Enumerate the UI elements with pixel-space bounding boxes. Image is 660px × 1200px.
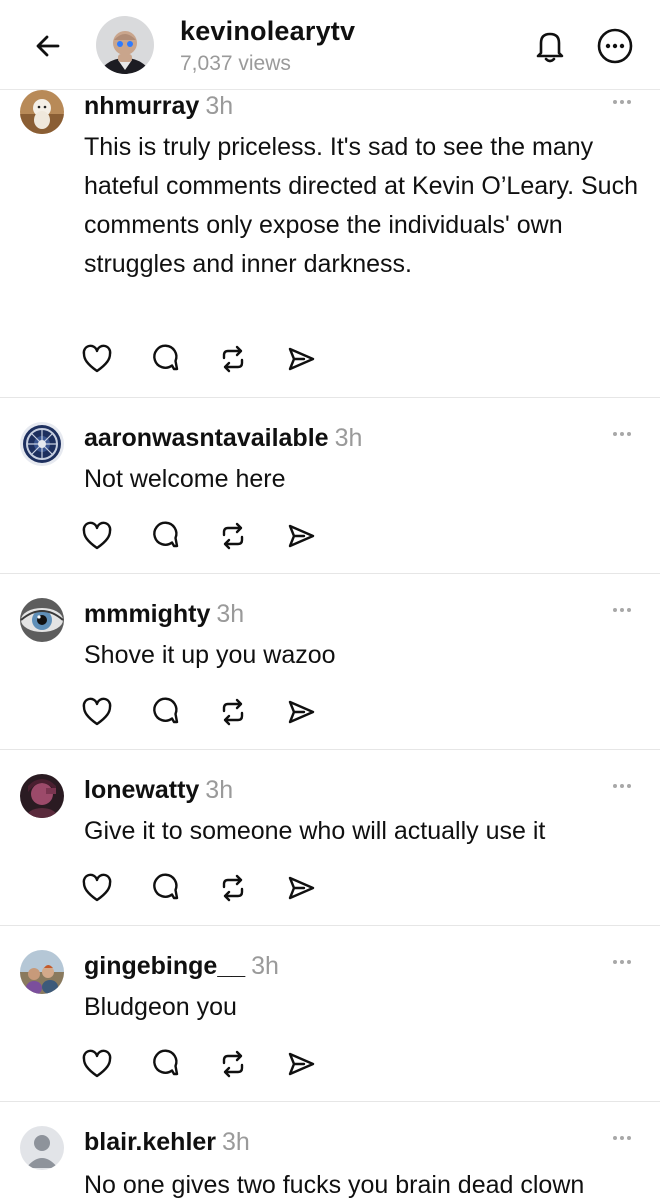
timestamp: 3h [205,92,234,120]
send-icon [288,700,315,724]
comment-icon [153,521,179,548]
page-title: kevinolearytv [180,16,356,46]
comment-item: gingebinge__ 3h Bludgeon you [0,926,660,1102]
like-button[interactable] [80,342,114,376]
default-person-icon [20,1126,64,1170]
comment-more-button[interactable] [604,776,640,796]
reply-button[interactable] [148,519,182,553]
comment-more-button[interactable] [604,92,640,112]
username[interactable]: blair.kehler [84,1128,216,1156]
send-icon [288,876,315,900]
top-bar: kevinolearytv 7,037 views [0,0,660,90]
view-count: 7,037 views [180,52,291,75]
back-button[interactable] [30,28,66,64]
share-button[interactable] [284,1047,318,1081]
share-button[interactable] [284,519,318,553]
comment-item: lonewatty 3h Give it to someone who will … [0,750,660,926]
comment-header: blair.kehler 3h [84,1128,250,1157]
comment-text: Give it to someone who will actually use… [84,817,546,845]
heart-icon [82,521,112,550]
send-icon [288,524,315,548]
repost-button[interactable] [216,1047,250,1081]
comment-icon [153,873,179,900]
comment-item: aaronwasntavailable 3h Not welcome here [0,398,660,574]
comment-item: nhmurray 3h This is truly priceless. It's… [0,90,660,398]
comment-text: Not welcome here [84,465,286,493]
comment-text: Bludgeon you [84,993,237,1021]
arrow-left-icon [36,35,60,57]
avatar[interactable] [20,422,64,466]
avatar[interactable] [20,774,64,818]
reply-button[interactable] [148,871,182,905]
comment-more-button[interactable] [604,952,640,972]
comment-header: gingebinge__ 3h [84,952,279,981]
comment-text: No one gives two fucks you brain dead cl… [84,1171,585,1199]
profile-avatar[interactable] [96,16,154,74]
like-button[interactable] [80,695,114,729]
heart-icon [82,344,112,373]
timestamp: 3h [334,424,363,452]
avatar[interactable] [20,90,64,134]
comment-item: blair.kehler 3h No one gives two fucks yo… [0,1102,660,1200]
comment-header: lonewatty 3h [84,776,233,805]
repost-icon [222,522,244,550]
share-button[interactable] [284,695,318,729]
like-button[interactable] [80,871,114,905]
repost-button[interactable] [216,695,250,729]
send-icon [288,1052,315,1076]
repost-button[interactable] [216,871,250,905]
username[interactable]: lonewatty [84,776,199,804]
repost-button[interactable] [216,342,250,376]
more-options-button[interactable] [595,26,635,66]
bell-icon [536,32,564,63]
comment-more-button[interactable] [604,1128,640,1148]
repost-icon [222,874,244,902]
heart-icon [82,1049,112,1078]
comment-more-button[interactable] [604,424,640,444]
more-circle-icon [597,28,633,64]
avatar[interactable] [20,950,64,994]
like-button[interactable] [80,1047,114,1081]
comment-header: mmmighty 3h [84,600,244,629]
reply-button[interactable] [148,1047,182,1081]
notifications-button[interactable] [530,26,570,66]
comment-text: Shove it up you wazoo [84,641,336,669]
share-button[interactable] [284,871,318,905]
timestamp: 3h [222,1128,250,1156]
share-button[interactable] [284,342,318,376]
comment-more-button[interactable] [604,600,640,620]
avatar[interactable] [20,1126,64,1170]
comment-header: aaronwasntavailable 3h [84,424,362,453]
send-icon [288,347,315,371]
heart-icon [82,873,112,902]
repost-icon [222,698,244,726]
comment-text: This is truly priceless. It's sad to see… [84,133,638,278]
comment-icon [153,1049,179,1076]
timestamp: 3h [205,776,234,804]
comment-icon [153,344,179,371]
heart-icon [82,697,112,726]
comment-header: nhmurray 3h [84,92,233,121]
username[interactable]: mmmighty [84,600,210,628]
timestamp: 3h [251,952,279,980]
repost-icon [222,345,244,373]
username[interactable]: nhmurray [84,92,199,120]
username[interactable]: gingebinge__ [84,952,245,980]
like-button[interactable] [80,519,114,553]
repost-icon [222,1050,244,1078]
avatar[interactable] [20,598,64,642]
comment-icon [153,697,179,724]
username[interactable]: aaronwasntavailable [84,424,329,452]
reply-button[interactable] [148,342,182,376]
repost-button[interactable] [216,519,250,553]
comment-item: mmmighty 3h Shove it up you wazoo [0,574,660,750]
reply-button[interactable] [148,695,182,729]
timestamp: 3h [216,600,245,628]
